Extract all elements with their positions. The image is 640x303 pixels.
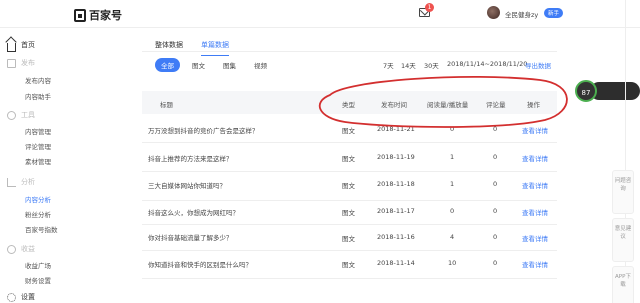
red-annotation-circle — [318, 75, 568, 128]
question-consult-button[interactable]: 问题咨询 — [612, 170, 634, 214]
feedback-button[interactable]: 意见建议 — [612, 218, 634, 262]
app-download-button[interactable]: APP下载 — [612, 266, 634, 303]
floating-buttons: 问题咨询 意见建议 APP下载 — [612, 170, 634, 303]
speed-score-badge[interactable]: 87 — [575, 80, 597, 102]
speed-widget-bar — [590, 82, 640, 100]
